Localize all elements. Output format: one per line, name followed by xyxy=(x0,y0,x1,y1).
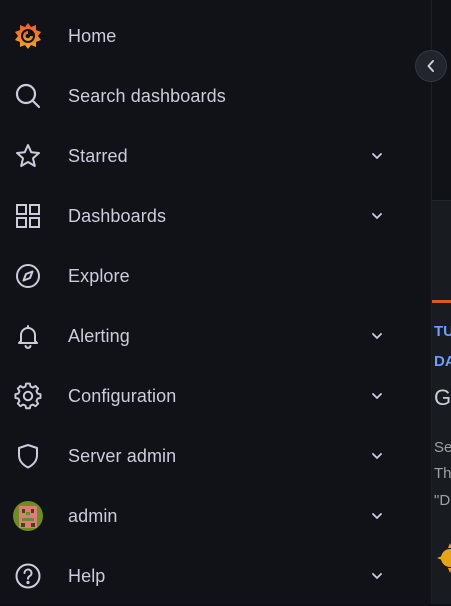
nav-item-label: Configuration xyxy=(68,385,177,406)
panel-body-text: Se xyxy=(434,439,451,456)
chevron-down-icon[interactable] xyxy=(370,209,384,223)
compass-icon xyxy=(12,260,44,292)
main-content-partial: TU DA G Se Th "D xyxy=(432,0,451,604)
nav-item-label: Server admin xyxy=(68,445,177,466)
nav-item-dashboards[interactable]: Dashboards xyxy=(0,186,431,246)
nav-item-label: Dashboards xyxy=(68,205,167,226)
nav-item-label: Explore xyxy=(68,265,130,286)
nav-item-label: Help xyxy=(68,565,106,586)
nav-item-starred[interactable]: Starred xyxy=(0,126,431,186)
chevron-down-icon[interactable] xyxy=(370,509,384,523)
panel-body-text: "D xyxy=(434,492,451,509)
apps-grid-icon xyxy=(12,200,44,232)
grafana-logo-icon xyxy=(12,20,44,52)
panel-link-text[interactable]: DA xyxy=(434,353,451,370)
nav-item-home[interactable]: Home xyxy=(0,6,431,66)
nav-sidebar: Home Search dashboards Starred Dashboard… xyxy=(0,0,432,604)
nav-item-server-admin[interactable]: Server admin xyxy=(0,426,431,486)
chevron-down-icon[interactable] xyxy=(370,569,384,583)
shield-icon xyxy=(12,440,44,472)
chevron-down-icon[interactable] xyxy=(370,329,384,343)
panel-body-text: Th xyxy=(434,465,451,482)
nav-item-profile[interactable]: admin xyxy=(0,486,431,546)
collapse-sidebar-button[interactable] xyxy=(415,50,447,82)
nav-item-label: admin xyxy=(68,505,118,526)
nav-item-label: Starred xyxy=(68,145,128,166)
chevron-down-icon[interactable] xyxy=(370,149,384,163)
sun-icon xyxy=(434,540,451,581)
divider xyxy=(432,200,451,201)
nav-item-explore[interactable]: Explore xyxy=(0,246,431,306)
star-icon xyxy=(12,140,44,172)
chevron-left-icon xyxy=(426,59,436,73)
search-icon xyxy=(12,80,44,112)
nav-item-label: Alerting xyxy=(68,325,130,346)
panel-accent-bar xyxy=(432,300,451,303)
bell-icon xyxy=(12,320,44,352)
nav-item-help[interactable]: Help xyxy=(0,546,431,606)
panel-heading-text: G xyxy=(434,385,451,410)
panel-link-text[interactable]: TU xyxy=(434,323,451,340)
nav-item-label: Search dashboards xyxy=(68,85,226,106)
nav-item-label: Home xyxy=(68,25,117,46)
avatar-icon xyxy=(12,500,44,532)
chevron-down-icon[interactable] xyxy=(370,449,384,463)
chevron-down-icon[interactable] xyxy=(370,389,384,403)
nav-item-search[interactable]: Search dashboards xyxy=(0,66,431,126)
help-circle-icon xyxy=(12,560,44,592)
nav-item-alerting[interactable]: Alerting xyxy=(0,306,431,366)
nav-item-configuration[interactable]: Configuration xyxy=(0,366,431,426)
gear-icon xyxy=(12,380,44,412)
page-header-area xyxy=(432,0,451,200)
